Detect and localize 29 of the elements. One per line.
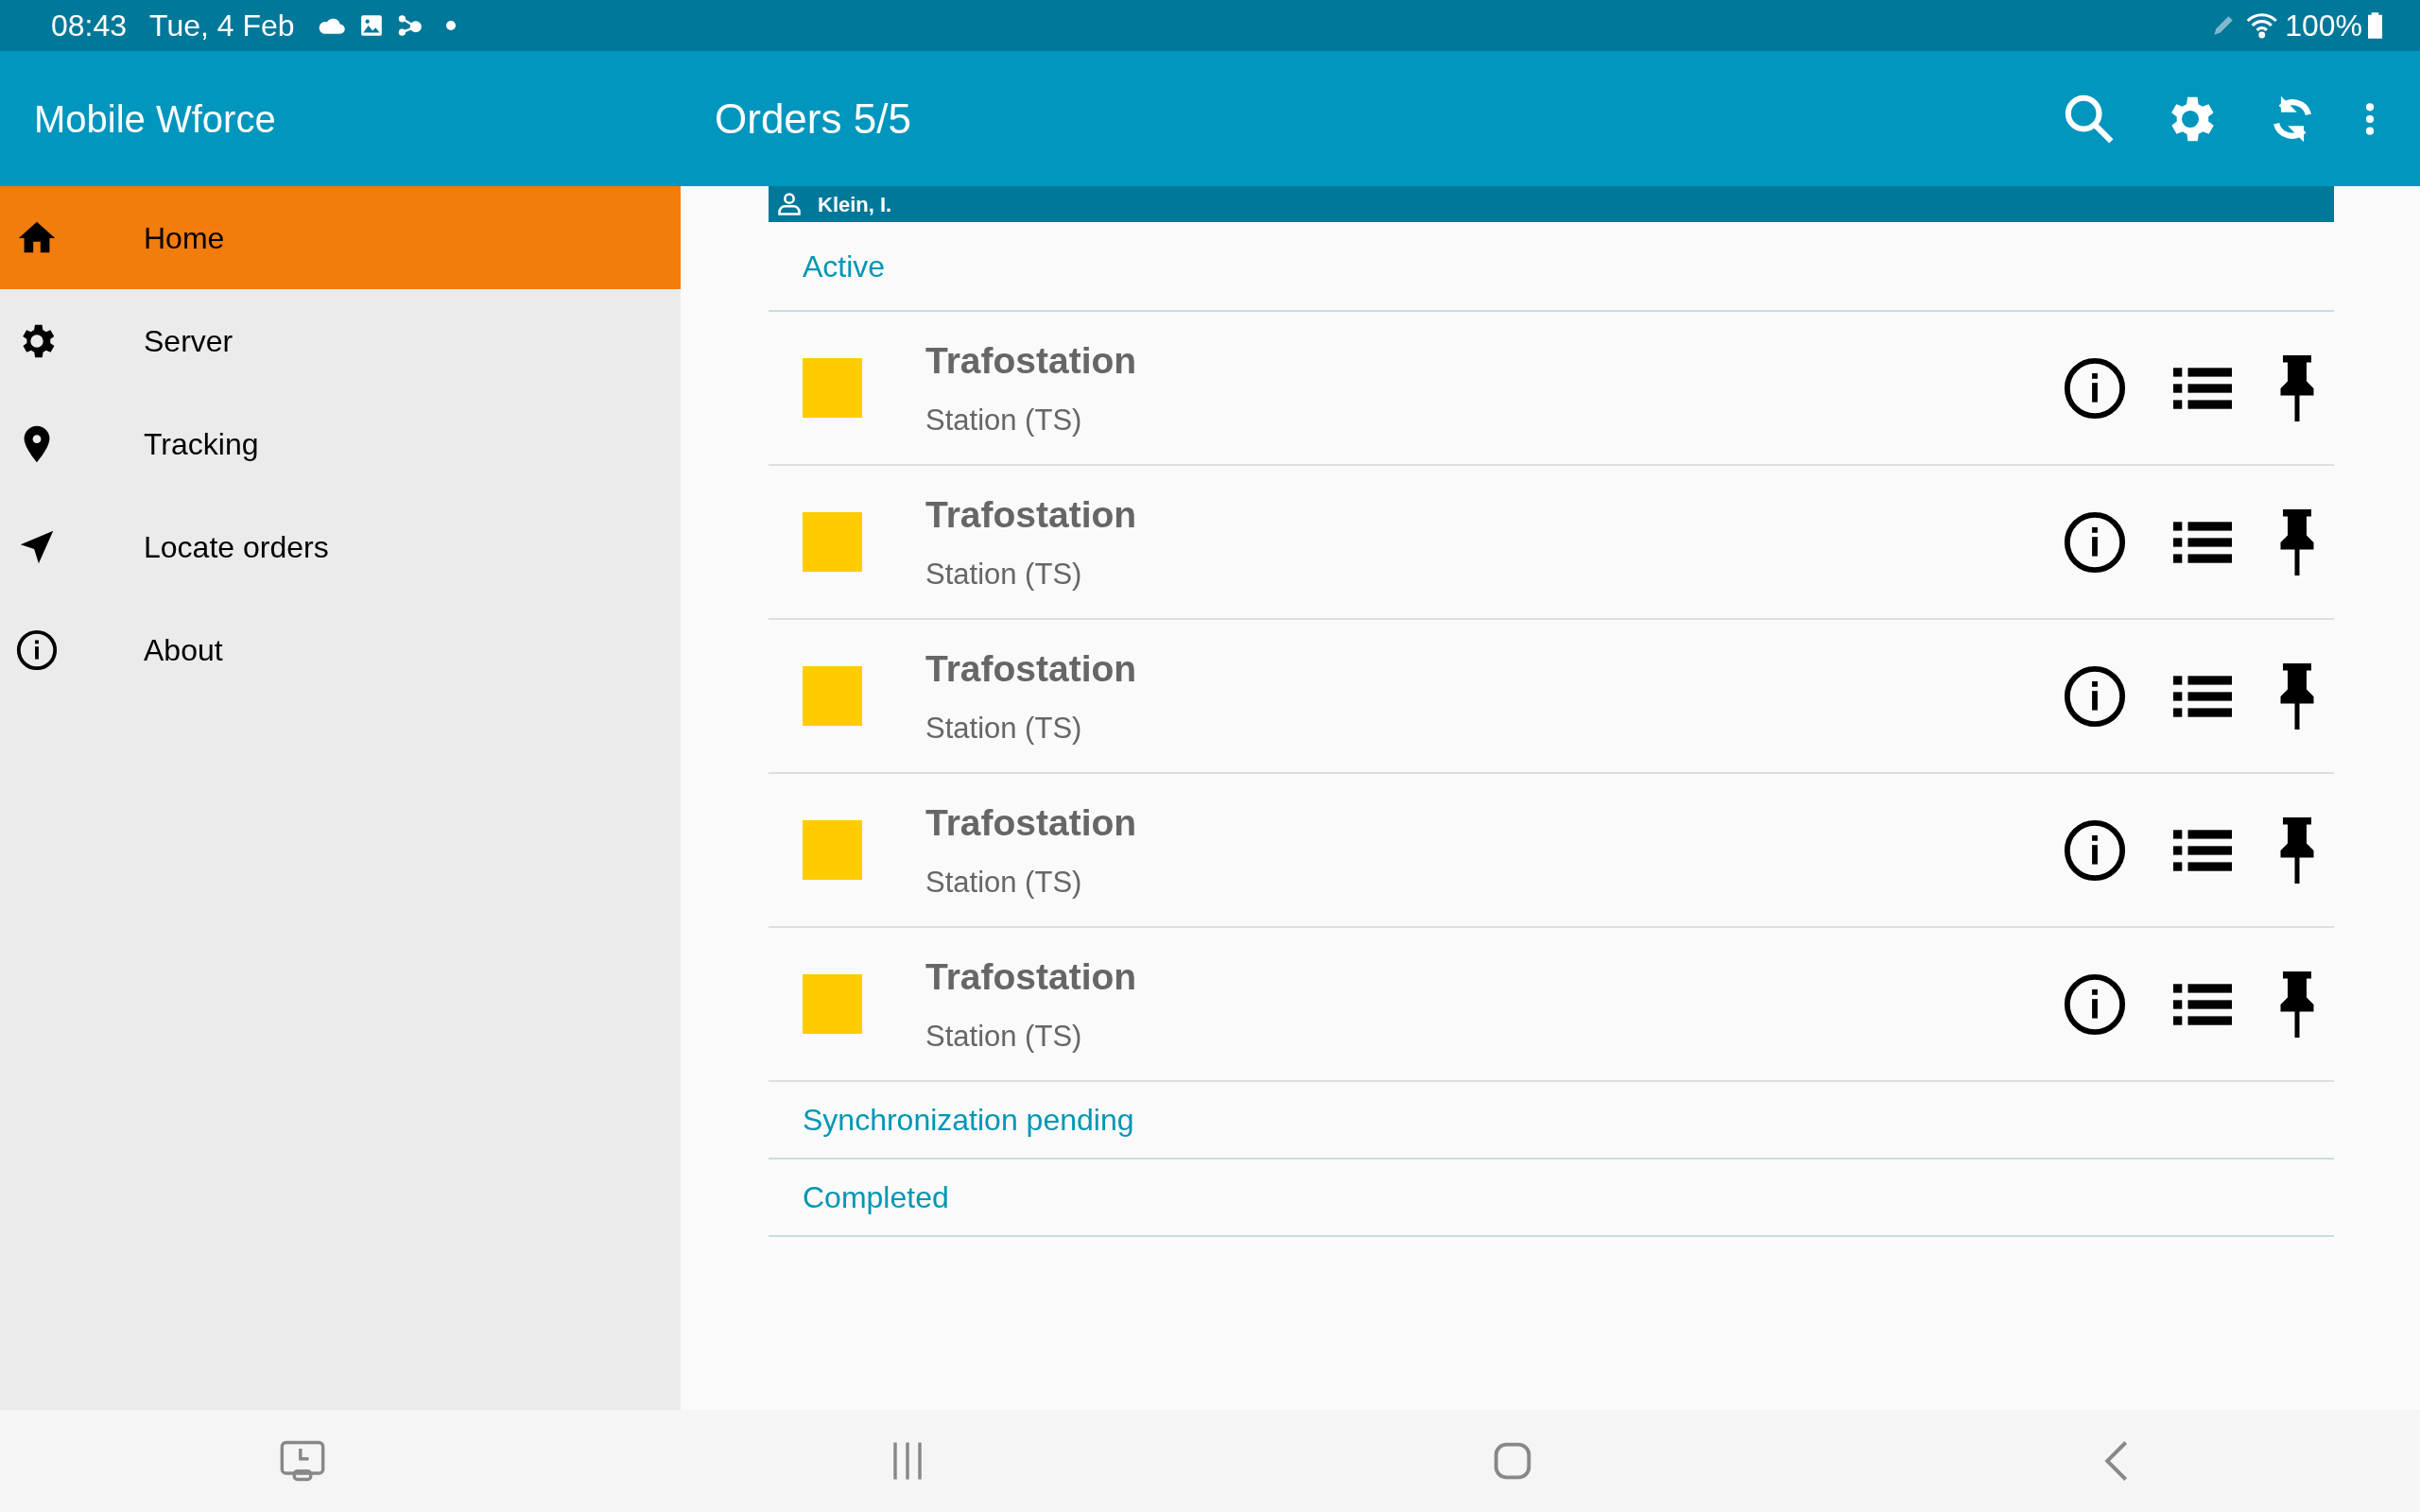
order-title: Trafostation (925, 801, 1138, 845)
drawer-item[interactable]: Tracking (0, 392, 681, 495)
order-title: Trafostation (925, 493, 1138, 537)
status-time: 08:43 (51, 8, 128, 44)
battery-percent: 100% (2285, 8, 2362, 44)
info-icon (15, 627, 59, 672)
status-date: Tue, 4 Feb (149, 8, 295, 44)
order-subtitle: Station (TS) (925, 402, 1083, 438)
more-options-button[interactable] (2365, 100, 2375, 137)
page-title: Orders 5/5 (714, 94, 912, 144)
drawer-item[interactable]: Locate orders (0, 495, 681, 598)
image-icon (358, 13, 384, 38)
more-icon (2365, 100, 2375, 137)
order-subtitle: Station (TS) (925, 1018, 1083, 1055)
app-name: Mobile Wforce (33, 96, 277, 142)
user-icon (776, 191, 803, 217)
order-subtitle: Station (TS) (925, 864, 1083, 901)
order-subtitle: Station (TS) (925, 710, 1083, 747)
user-name: Klein, I. (818, 191, 892, 218)
notification-dot-icon (445, 21, 456, 30)
order-subtitle: Station (TS) (925, 556, 1083, 593)
drawer-item[interactable]: About (0, 598, 681, 701)
cloud-icon (317, 16, 346, 35)
battery-icon (2368, 12, 2382, 39)
order-title: Trafostation (925, 647, 1138, 691)
drawer-item[interactable]: Server (0, 289, 681, 392)
drawer-item[interactable]: Home (0, 186, 681, 289)
order-title: Trafostation (925, 955, 1138, 999)
order-title: Trafostation (925, 339, 1138, 383)
